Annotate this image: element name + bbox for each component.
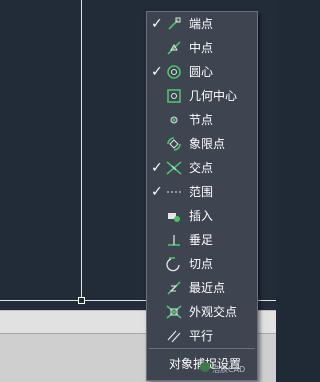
- menu-item-perpendicular[interactable]: 垂足: [147, 229, 257, 253]
- menu-item-parallel[interactable]: 平行: [147, 325, 257, 349]
- menu-item-label: 中点: [189, 41, 214, 55]
- parallel-snap-icon: [166, 328, 182, 344]
- menu-item-insertion[interactable]: 插入: [147, 205, 257, 229]
- menu-item-apparent-intersection[interactable]: 外观交点: [147, 301, 257, 325]
- menu-item-label: 象限点: [189, 137, 226, 151]
- menu-item-label: 最近点: [189, 281, 226, 295]
- menu-item-label: 外观交点: [189, 305, 238, 319]
- nearest-snap-icon: [166, 280, 182, 296]
- menu-item-tangent[interactable]: 切点: [147, 253, 257, 277]
- menu-item-label: 插入: [189, 209, 214, 223]
- geometric-center-snap-icon: [166, 88, 182, 104]
- menu-item-intersection[interactable]: ✓ 交点: [147, 157, 257, 181]
- cursor-pickbox: [78, 297, 85, 304]
- menu-item-midpoint[interactable]: 中点: [147, 37, 257, 61]
- tangent-snap-icon: [166, 256, 182, 272]
- menu-item-extension[interactable]: ✓ 范围: [147, 181, 257, 205]
- object-snap-context-menu: ✓ 端点 中点 ✓ 圆心 几何中心 节点 象限点 ✓ 交点 ✓ 范围 插入 垂足…: [146, 11, 258, 381]
- endpoint-snap-icon: [166, 16, 182, 32]
- menu-item-label: 平行: [189, 329, 214, 343]
- menu-item-endpoint[interactable]: ✓ 端点: [147, 13, 257, 37]
- watermark-logo-icon: [200, 362, 210, 372]
- menu-item-center[interactable]: ✓ 圆心: [147, 61, 257, 85]
- menu-item-label: 几何中心: [189, 89, 238, 103]
- menu-item-label: 节点: [189, 113, 214, 127]
- menu-separator: [149, 348, 255, 349]
- insertion-snap-icon: [166, 208, 182, 224]
- watermark-text: 浩辰CAD: [212, 365, 246, 374]
- menu-item-node[interactable]: 节点: [147, 109, 257, 133]
- check-icon: ✓: [151, 184, 163, 200]
- perpendicular-snap-icon: [166, 232, 182, 248]
- extension-snap-icon: [166, 184, 182, 200]
- intersection-snap-icon: [166, 160, 182, 176]
- node-snap-icon: [166, 112, 182, 128]
- apparent-intersection-snap-icon: [166, 304, 182, 320]
- menu-item-label: 垂足: [189, 233, 214, 247]
- menu-item-label: 范围: [189, 185, 214, 199]
- menu-item-nearest[interactable]: 最近点: [147, 277, 257, 301]
- center-snap-icon: [166, 64, 182, 80]
- crosshair-vertical-line: [81, 0, 82, 300]
- menu-item-quadrant[interactable]: 象限点: [147, 133, 257, 157]
- quadrant-snap-icon: [166, 136, 182, 152]
- menu-item-geometric-center[interactable]: 几何中心: [147, 85, 257, 109]
- midpoint-snap-icon: [166, 40, 182, 56]
- menu-item-label: 交点: [189, 161, 214, 175]
- menu-item-label: 切点: [189, 257, 214, 271]
- menu-item-label: 圆心: [189, 65, 214, 79]
- check-icon: ✓: [151, 16, 163, 32]
- check-icon: ✓: [151, 160, 163, 176]
- check-icon: ✓: [151, 64, 163, 80]
- menu-item-label: 端点: [189, 17, 214, 31]
